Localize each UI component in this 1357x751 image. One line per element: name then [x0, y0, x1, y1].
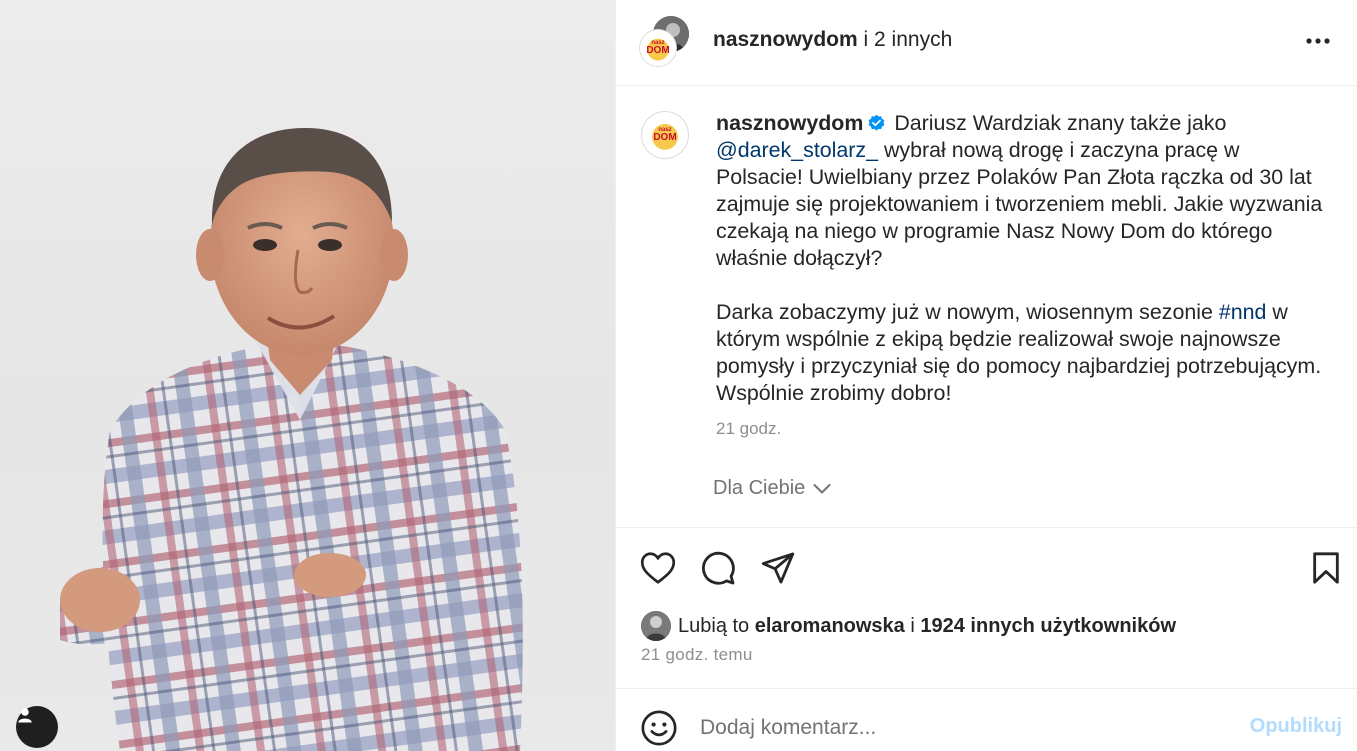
verified-badge-icon	[868, 114, 885, 131]
post-authors: nasznowydom i 2 innych	[713, 28, 952, 52]
others-link[interactable]: i 2 innych	[864, 28, 953, 51]
man-portrait-illustration	[60, 128, 523, 751]
post-header: nasz DOM nasznowydom i 2 innych	[616, 0, 1357, 86]
nasznowydom-avatar: nasz DOM	[640, 30, 676, 66]
caption-body-1: Dariusz Wardziak znany także jako	[888, 111, 1227, 135]
emoji-button[interactable]	[640, 709, 678, 747]
save-button[interactable]	[1306, 548, 1346, 588]
comment-input[interactable]	[700, 711, 1220, 745]
comment-bubble-icon	[701, 551, 735, 585]
user-icon	[18, 708, 32, 723]
caption-avatar[interactable]: nasz DOM	[641, 111, 689, 159]
collab-avatars[interactable]: nasz DOM	[640, 16, 692, 68]
tagged-user-button[interactable]	[16, 706, 58, 748]
paper-plane-icon	[761, 552, 795, 584]
nasz-nowy-dom-logo: nasz DOM	[646, 116, 684, 154]
more-options-button[interactable]	[1298, 26, 1338, 56]
caption-timestamp[interactable]: 21 godz.	[716, 419, 781, 439]
bookmark-icon	[1313, 552, 1339, 584]
comment-button[interactable]	[698, 548, 738, 588]
like-button[interactable]	[638, 548, 678, 588]
likes-text: Lubią to elaromanowska i 1924 innych uży…	[678, 614, 1176, 637]
liker-avatar[interactable]	[641, 611, 671, 641]
caption-section: nasz DOM nasznowydom Dariusz Wardziak zn…	[616, 86, 1357, 528]
likes-count-link[interactable]: 1924 innych użytkowników	[920, 615, 1176, 637]
caption-username[interactable]: nasznowydom	[716, 111, 863, 135]
caption-text: nasznowydom Dariusz Wardziak znany także…	[716, 110, 1326, 407]
author-username[interactable]: nasznowydom	[713, 28, 858, 51]
post-details-panel: nasz DOM nasznowydom i 2 innych nasz DOM	[615, 0, 1357, 751]
liker-username[interactable]: elaromanowska	[755, 615, 905, 637]
audience-dropdown[interactable]: Dla Ciebie	[713, 477, 831, 500]
heart-icon	[640, 552, 676, 584]
caption-body-3: Darka zobaczymy już w nowym, wiosennym s…	[716, 300, 1219, 324]
likes-summary: Lubią to elaromanowska i 1924 innych uży…	[641, 608, 1176, 644]
nasz-nowy-dom-logo: nasz DOM	[642, 32, 674, 64]
mention-link[interactable]: @darek_stolarz_	[716, 138, 878, 162]
audience-label: Dla Ciebie	[713, 477, 806, 499]
post-actions	[616, 528, 1357, 608]
caption-paragraph-2: Darka zobaczymy już w nowym, wiosennym s…	[716, 299, 1326, 407]
chevron-down-icon	[813, 483, 831, 494]
publish-button[interactable]: Opublikuj	[1250, 715, 1342, 738]
person-photo-icon	[641, 611, 671, 641]
share-button[interactable]	[758, 548, 798, 588]
post-age[interactable]: 21 godz. temu	[641, 645, 753, 665]
comment-bar: Opublikuj	[616, 688, 1357, 751]
hashtag-link[interactable]: #nnd	[1219, 300, 1267, 324]
smiley-icon	[641, 710, 677, 746]
ellipsis-icon	[1306, 38, 1330, 44]
post-photo	[0, 0, 615, 751]
